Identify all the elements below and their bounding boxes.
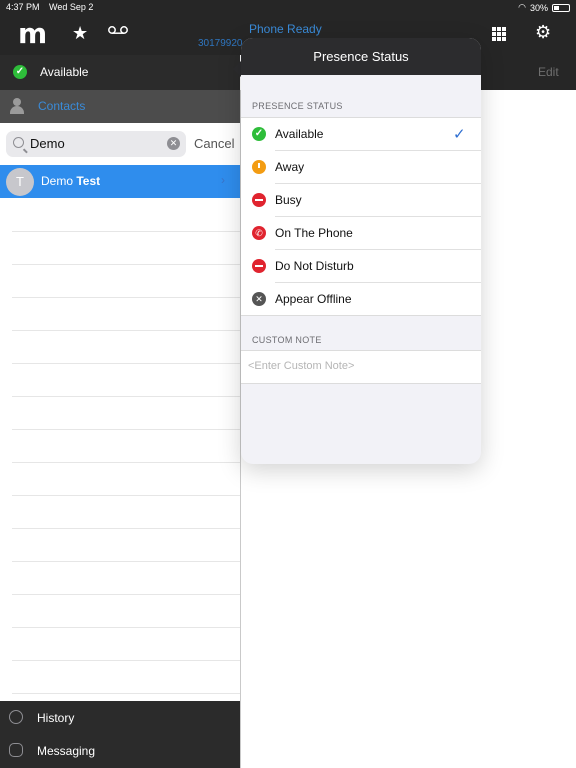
nav-label-messaging: Messaging	[37, 744, 96, 758]
app-logo[interactable]: m	[18, 20, 47, 48]
wifi-icon: ◠	[518, 2, 526, 12]
option-label: Available	[275, 127, 324, 141]
custom-note-group	[241, 350, 481, 384]
list-separator	[12, 561, 240, 562]
custom-note-section-label: CUSTOM NOTE	[252, 335, 322, 345]
list-separator	[12, 264, 240, 265]
list-separator	[12, 429, 240, 430]
presence-option-on-the-phone[interactable]: On The Phone	[241, 217, 481, 250]
settings-gear-icon[interactable]: ⚙	[535, 22, 551, 43]
search-field[interactable]: Demo ✕	[6, 131, 186, 157]
bottom-nav: History Messaging	[0, 701, 240, 768]
list-separator	[12, 627, 240, 628]
list-separator	[12, 462, 240, 463]
option-label: Busy	[275, 193, 302, 207]
list-separator	[12, 693, 240, 694]
available-status-icon: ✓	[13, 65, 27, 79]
clock-icon	[9, 710, 23, 724]
nav-item-history[interactable]: History	[0, 702, 240, 734]
tab-contacts[interactable]: Contacts	[0, 90, 240, 123]
clear-search-icon[interactable]: ✕	[167, 137, 180, 150]
option-label: Appear Offline	[275, 292, 352, 306]
list-separator	[12, 396, 240, 397]
presence-options: Available ✓ Away Busy On The Phone Do No…	[241, 117, 481, 316]
contact-row[interactable]: T Demo Test ›	[0, 165, 240, 198]
list-separator	[12, 363, 240, 364]
presence-option-available[interactable]: Available ✓	[241, 118, 481, 151]
option-label: Do Not Disturb	[275, 259, 354, 273]
contact-name: Demo Test	[41, 174, 101, 188]
nav-label-history: History	[37, 711, 75, 725]
option-label: On The Phone	[275, 226, 353, 240]
favorites-star-icon[interactable]: ★	[72, 23, 88, 44]
search-input[interactable]: Demo	[30, 136, 65, 151]
presence-section-label: PRESENCE STATUS	[252, 101, 343, 111]
phone-status: Phone Ready	[249, 22, 322, 36]
presence-option-busy[interactable]: Busy	[241, 184, 481, 217]
popover-header: Presence Status	[241, 38, 481, 75]
do-not-disturb-icon	[252, 259, 266, 273]
list-separator	[12, 297, 240, 298]
person-icon	[10, 98, 24, 114]
list-separator	[12, 528, 240, 529]
contacts-tab-label: Contacts	[38, 99, 86, 113]
phone-number: 30179920	[198, 38, 243, 49]
presence-option-do-not-disturb[interactable]: Do Not Disturb	[241, 250, 481, 283]
contacts-list: Demo ✕ Cancel T Demo Test ›	[0, 123, 240, 701]
voicemail-icon[interactable]	[108, 25, 128, 35]
edit-button[interactable]: Edit	[538, 65, 559, 79]
battery-icon	[552, 3, 570, 12]
list-separator	[12, 594, 240, 595]
custom-note-input[interactable]	[248, 360, 468, 372]
presence-option-away[interactable]: Away	[241, 151, 481, 184]
dialpad-grid-icon[interactable]	[492, 27, 506, 41]
availability-label: Available	[40, 65, 89, 79]
nav-item-messaging[interactable]: Messaging	[0, 735, 240, 767]
search-icon	[13, 137, 24, 148]
status-date: Wed Sep 2	[49, 2, 94, 12]
chevron-right-icon: ›	[221, 173, 225, 187]
avatar: T	[6, 168, 34, 196]
availability-bar[interactable]: ✓ Available	[0, 55, 240, 90]
selected-checkmark-icon: ✓	[453, 126, 466, 143]
away-clock-icon	[252, 160, 266, 174]
presence-option-appear-offline[interactable]: Appear Offline	[241, 283, 481, 316]
list-separator	[12, 660, 240, 661]
status-right: ◠ 30%	[518, 2, 570, 13]
presence-status-popover: Presence Status PRESENCE STATUS Availabl…	[241, 38, 481, 464]
list-separator	[12, 231, 240, 232]
phone-icon	[252, 226, 266, 240]
list-separator	[12, 495, 240, 496]
busy-icon	[252, 193, 266, 207]
popover-title: Presence Status	[313, 49, 409, 64]
available-icon	[252, 127, 266, 141]
message-bubble-icon	[9, 743, 23, 757]
option-label: Away	[275, 160, 305, 174]
battery-percent: 30%	[529, 2, 548, 13]
status-time: 4:37 PM	[6, 2, 40, 12]
offline-x-icon	[252, 292, 266, 306]
cancel-search-button[interactable]: Cancel	[194, 136, 234, 151]
list-separator	[12, 330, 240, 331]
